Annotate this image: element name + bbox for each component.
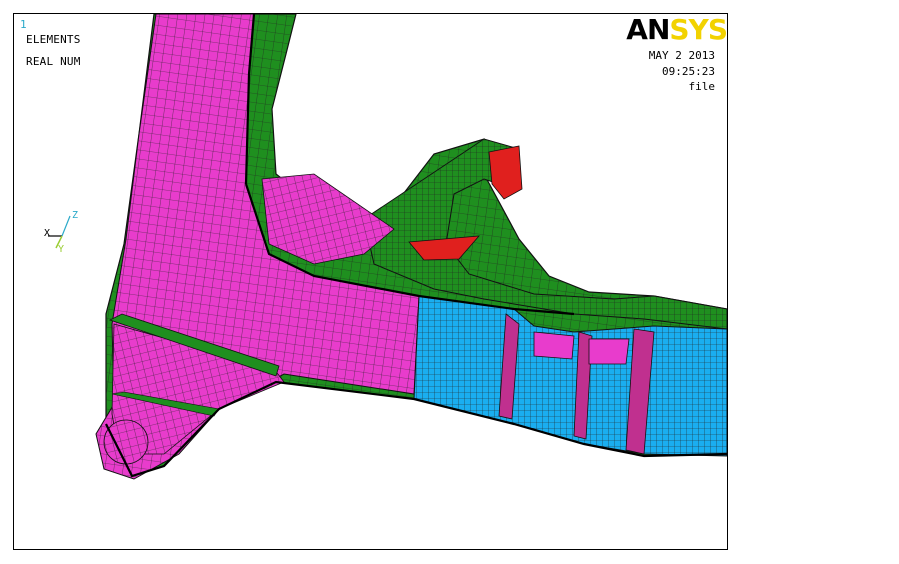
triad-z-label: Z: [72, 210, 79, 221]
graphics-window[interactable]: 1 ELEMENTS REAL NUM ANSYS MAY 2 2013 09:…: [13, 13, 728, 550]
triad-x-label: X: [44, 228, 51, 239]
coordinate-triad: Z X Y: [40, 210, 80, 256]
mesh-model[interactable]: [14, 14, 727, 549]
triad-y-label: Y: [58, 244, 65, 255]
